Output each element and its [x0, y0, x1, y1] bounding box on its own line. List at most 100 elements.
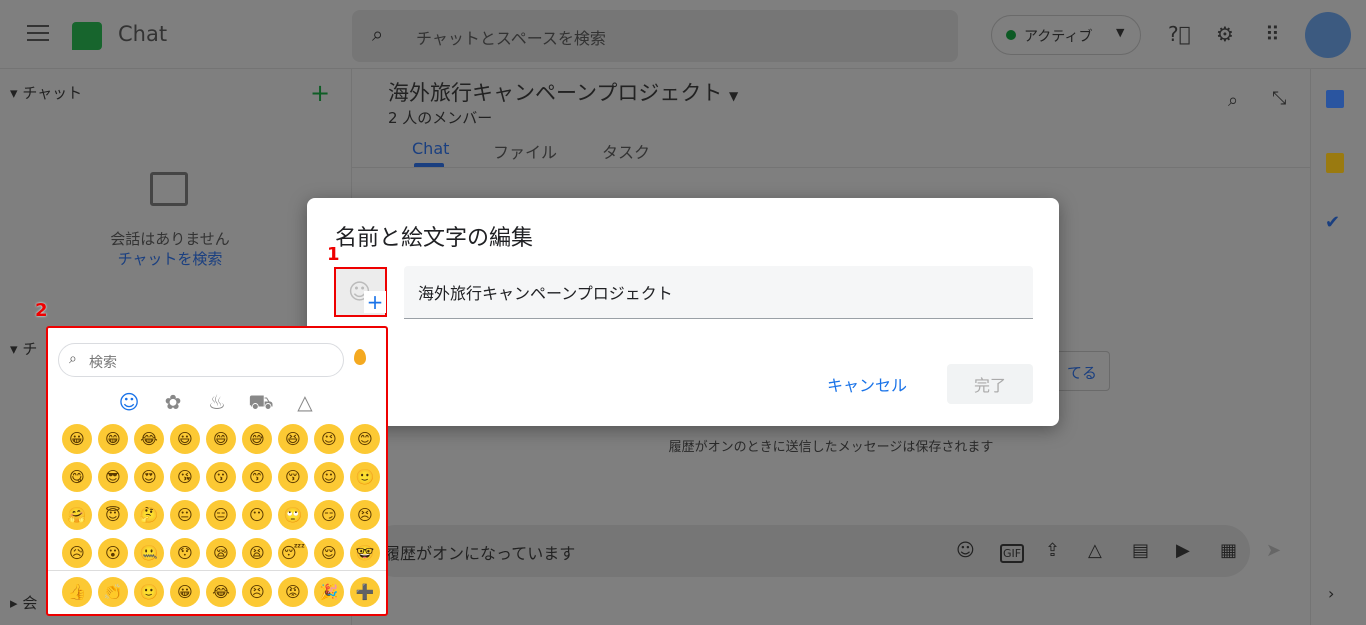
cancel-button[interactable]: キャンセル: [817, 364, 917, 404]
message-input[interactable]: 履歴がオンになっています: [370, 525, 1250, 577]
emoji-button[interactable]: 🙂: [134, 577, 164, 607]
emoji-button[interactable]: ☺: [314, 462, 344, 492]
space-name-input[interactable]: [404, 266, 1033, 319]
annotation-marker-2: 2: [35, 300, 48, 321]
emoji-button[interactable]: 😪: [206, 538, 236, 568]
plus-icon: +: [364, 291, 386, 313]
calendar-icon[interactable]: ▦: [1220, 540, 1237, 561]
emoji-select-button[interactable]: ☺ +: [334, 267, 387, 317]
emoji-button[interactable]: 😐: [170, 500, 200, 530]
emoji-button[interactable]: ➕: [350, 577, 380, 607]
meet-section-header[interactable]: ▸ 会: [10, 592, 37, 613]
emoji-button[interactable]: 😂: [206, 577, 236, 607]
emoji-button[interactable]: 😊: [350, 424, 380, 454]
emoji-button[interactable]: 🤐: [134, 538, 164, 568]
emoji-button[interactable]: 😶: [242, 500, 272, 530]
emoji-button[interactable]: 😃: [170, 424, 200, 454]
category-smileys-icon[interactable]: ☺: [114, 390, 144, 414]
category-nature-icon[interactable]: ✿: [158, 390, 188, 414]
avatar[interactable]: [1305, 12, 1351, 58]
emoji-button[interactable]: 😏: [314, 500, 344, 530]
emoji-button[interactable]: 😚: [278, 462, 308, 492]
status-dropdown[interactable]: アクティブ ▼: [991, 15, 1141, 55]
emoji-button[interactable]: 😗: [206, 462, 236, 492]
emoji-button[interactable]: 😇: [98, 500, 128, 530]
edit-name-emoji-dialog: 名前と絵文字の編集 1 ☺ + キャンセル 完了: [307, 198, 1059, 426]
category-symbols-icon[interactable]: △: [290, 390, 320, 414]
emoji-button[interactable]: 😍: [134, 462, 164, 492]
tab-tasks[interactable]: タスク: [602, 139, 650, 163]
done-button[interactable]: 完了: [947, 364, 1033, 404]
gear-icon[interactable]: ⚙: [1216, 22, 1234, 46]
add-doc-icon[interactable]: ▤: [1132, 540, 1149, 561]
chat-section-header[interactable]: ▾ チャット: [10, 82, 82, 103]
emoji-search-input[interactable]: ⌕ 検索: [58, 343, 344, 377]
emoji-button[interactable]: 🙂: [350, 462, 380, 492]
category-food-icon[interactable]: ♨: [202, 390, 232, 414]
skin-tone-icon[interactable]: [354, 349, 366, 365]
emoji-button[interactable]: 👍: [62, 577, 92, 607]
emoji-picker: ⌕ 検索 ☺ ✿ ♨ ⛟ △ 😀 😁 😂 😃 😄 😅 😆 😉 😊 😋 😎 😍 😘 😗 😙 😚 ☺ 🙂 🤗 😇 🤔 😐 😑 😶 🙄…: [46, 326, 388, 616]
spaces-section-header[interactable]: ▾ チ: [10, 338, 37, 359]
emoji-button[interactable]: 🤔: [134, 500, 164, 530]
emoji-button[interactable]: 😡: [278, 577, 308, 607]
emoji-button[interactable]: 😉: [314, 424, 344, 454]
emoji-button[interactable]: 😀: [170, 577, 200, 607]
tab-files[interactable]: ファイル: [493, 139, 557, 163]
search-icon: ⌕: [372, 22, 384, 46]
emoji-button[interactable]: 😥: [62, 538, 92, 568]
tab-chat[interactable]: Chat: [412, 139, 449, 158]
emoji-button[interactable]: 😴: [278, 538, 308, 568]
divider: [352, 167, 1310, 168]
emoji-button[interactable]: 😯: [170, 538, 200, 568]
video-icon[interactable]: ▶: [1176, 540, 1190, 561]
emoji-button[interactable]: 😘: [170, 462, 200, 492]
empty-text: 会話はありません: [110, 230, 230, 248]
emoji-button[interactable]: 🎉: [314, 577, 344, 607]
chevron-right-icon[interactable]: ›: [1328, 584, 1334, 603]
emoji-button[interactable]: 🙄: [278, 500, 308, 530]
send-icon[interactable]: ➤: [1266, 540, 1281, 561]
menu-icon[interactable]: [27, 25, 49, 43]
emoji-button[interactable]: 😆: [278, 424, 308, 454]
space-title[interactable]: 海外旅行キャンペーンプロジェクト ▼: [388, 77, 738, 107]
emoji-button[interactable]: 😑: [206, 500, 236, 530]
emoji-button[interactable]: 😮: [98, 538, 128, 568]
collapse-icon[interactable]: ⤡: [1272, 88, 1286, 109]
calendar-app-icon[interactable]: [1326, 90, 1344, 108]
emoji-button[interactable]: 😙: [242, 462, 272, 492]
search-icon: ⌕: [69, 351, 77, 367]
upload-icon[interactable]: ⇪: [1045, 540, 1060, 561]
emoji-button[interactable]: 😌: [314, 538, 344, 568]
emoji-button[interactable]: 😣: [350, 500, 380, 530]
apps-grid-icon[interactable]: ⠿: [1265, 22, 1280, 46]
drive-icon[interactable]: △: [1088, 540, 1102, 561]
new-chat-plus-icon[interactable]: +: [310, 79, 330, 107]
find-chat-link[interactable]: チャットを検索: [0, 248, 340, 269]
emoji-icon[interactable]: ☺: [956, 540, 975, 561]
emoji-button[interactable]: 😅: [242, 424, 272, 454]
emoji-button[interactable]: 😋: [62, 462, 92, 492]
keep-app-icon[interactable]: [1326, 153, 1344, 173]
search-icon[interactable]: ⌕: [1228, 90, 1238, 111]
emoji-button[interactable]: 😫: [242, 538, 272, 568]
tasks-app-icon[interactable]: ✔: [1325, 212, 1340, 233]
emoji-button[interactable]: 😁: [98, 424, 128, 454]
emoji-grid: 😀 😁 😂 😃 😄 😅 😆 😉 😊 😋 😎 😍 😘 😗 😙 😚 ☺ 🙂 🤗 😇 🤔 😐 😑 😶 🙄 😏 😣 😥 😮 🤐 😯 😪 😫 😴 😌 🤓: [62, 424, 380, 568]
emoji-button[interactable]: 🤗: [62, 500, 92, 530]
chevron-down-icon: ▼: [729, 89, 739, 103]
emoji-button[interactable]: 👏: [98, 577, 128, 607]
emoji-button[interactable]: 😎: [98, 462, 128, 492]
search-bar[interactable]: ⌕ チャットとスペースを検索: [352, 10, 958, 62]
emoji-button[interactable]: 😄: [206, 424, 236, 454]
history-note: 履歴がオンのときに送信したメッセージは保存されます: [668, 440, 994, 455]
category-travel-icon[interactable]: ⛟: [246, 390, 276, 417]
emoji-button[interactable]: 🤓: [350, 538, 380, 568]
help-icon[interactable]: ?⃝: [1168, 22, 1191, 46]
gif-icon[interactable]: GIF: [1000, 544, 1025, 563]
emoji-button[interactable]: 😣: [242, 577, 272, 607]
emoji-button[interactable]: 😀: [62, 424, 92, 454]
emoji-button[interactable]: 😂: [134, 424, 164, 454]
member-count[interactable]: 2 人のメンバー: [388, 107, 492, 128]
status-dot-icon: [1006, 30, 1016, 40]
